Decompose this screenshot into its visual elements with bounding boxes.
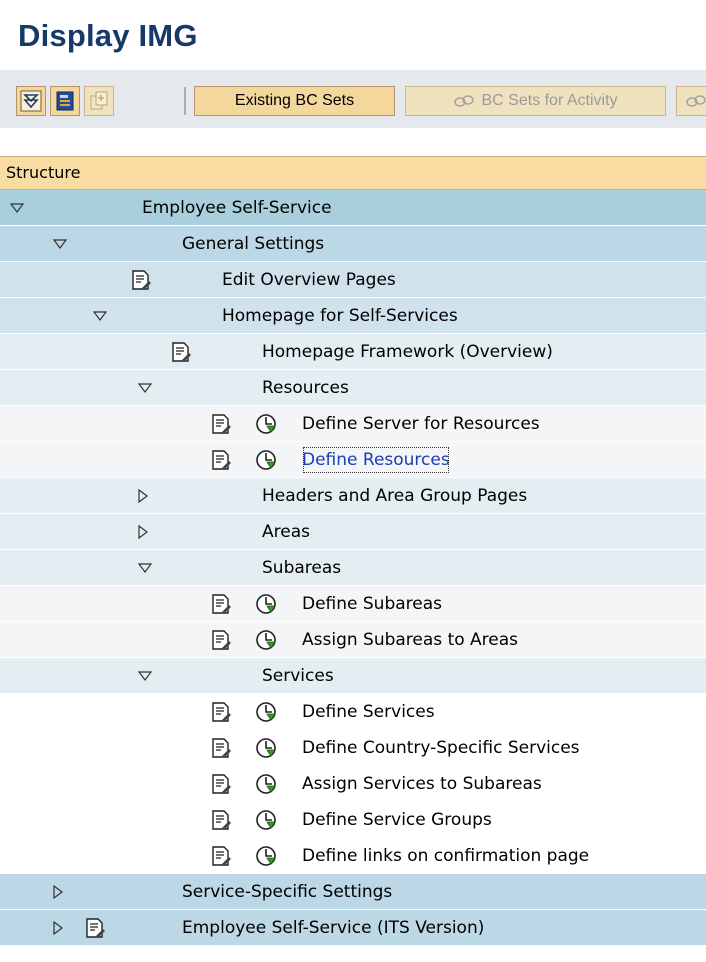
bc-set-icon <box>454 95 475 107</box>
execute-activity-icon[interactable] <box>253 406 279 442</box>
existing-bc-sets-button[interactable]: Existing BC Sets <box>194 86 395 116</box>
documentation-icon[interactable] <box>208 802 234 838</box>
tree-node-label[interactable]: Homepage for Self-Services <box>222 298 458 334</box>
tree-node-label[interactable]: Employee Self-Service <box>142 190 332 226</box>
expand-node-icon[interactable] <box>132 514 154 550</box>
tree-node-label[interactable]: Services <box>262 658 334 694</box>
execute-activity-icon[interactable] <box>253 838 279 874</box>
execute-activity-icon[interactable] <box>253 694 279 730</box>
collapse-node-icon[interactable] <box>134 550 156 586</box>
tree-node-label[interactable]: Define Subareas <box>302 586 442 622</box>
collapse-node-icon[interactable] <box>49 226 71 262</box>
toolbar-separator <box>184 87 186 115</box>
tree-node-headers-and-area-group-pages[interactable]: Headers and Area Group Pages <box>0 478 706 514</box>
tree-node-define-resources[interactable]: Define Resources <box>0 442 706 478</box>
tree-node-label[interactable]: Define Service Groups <box>302 802 492 838</box>
existing-bc-sets-label: Existing BC Sets <box>234 92 355 109</box>
tree-node-define-subareas[interactable]: Define Subareas <box>0 586 706 622</box>
tree-node-define-links-on-confirmation-page[interactable]: Define links on confirmation page <box>0 838 706 874</box>
copy-icon <box>90 91 108 110</box>
tree-node-label[interactable]: Define links on confirmation page <box>302 838 589 874</box>
tree-node-assign-services-to-subareas[interactable]: Assign Services to Subareas <box>0 766 706 802</box>
documentation-icon[interactable] <box>208 694 234 730</box>
bc-sets-for-activity-button[interactable]: BC Sets for Activity <box>405 86 666 116</box>
tree-node-label[interactable]: Service-Specific Settings <box>182 874 392 910</box>
documentation-icon[interactable] <box>208 406 234 442</box>
expand-all-icon <box>20 90 42 112</box>
tree-node-label[interactable]: Homepage Framework (Overview) <box>262 334 553 370</box>
tree-node-define-country-specific-services[interactable]: Define Country-Specific Services <box>0 730 706 766</box>
expand-node-icon[interactable] <box>132 478 154 514</box>
bc-sets-for-activity-label: BC Sets for Activity <box>481 92 618 109</box>
tree-node-define-service-groups[interactable]: Define Service Groups <box>0 802 706 838</box>
tree-node-define-services[interactable]: Define Services <box>0 694 706 730</box>
tree-node-service-specific-settings[interactable]: Service-Specific Settings <box>0 874 706 910</box>
tree-node-employee-self-service-its-version[interactable]: Employee Self-Service (ITS Version) <box>0 910 706 946</box>
tree-node-label[interactable]: Assign Subareas to Areas <box>302 622 518 658</box>
tree-node-areas[interactable]: Areas <box>0 514 706 550</box>
tree-node-label[interactable]: Define Server for Resources <box>302 406 540 442</box>
tree-node-define-server-for-resources[interactable]: Define Server for Resources <box>0 406 706 442</box>
bc-set-icon <box>686 95 706 107</box>
tree-node-label[interactable]: Areas <box>262 514 310 550</box>
bookmark-button[interactable] <box>50 86 80 116</box>
tree-node-label[interactable]: Define Country-Specific Services <box>302 730 580 766</box>
collapse-node-icon[interactable] <box>134 370 156 406</box>
execute-activity-icon[interactable] <box>253 586 279 622</box>
tree-node-homepage-framework[interactable]: Homepage Framework (Overview) <box>0 334 706 370</box>
expand-node-icon[interactable] <box>47 910 69 946</box>
tree-node-label[interactable]: General Settings <box>182 226 324 262</box>
tree-node-services[interactable]: Services <box>0 658 706 694</box>
expand-node-icon[interactable] <box>47 874 69 910</box>
documentation-icon[interactable] <box>168 334 194 370</box>
tree-node-label[interactable]: Edit Overview Pages <box>222 262 396 298</box>
documentation-icon[interactable] <box>208 622 234 658</box>
tree-node-homepage-for-self-services[interactable]: Homepage for Self-Services <box>0 298 706 334</box>
where-used-button[interactable] <box>84 86 114 116</box>
execute-activity-icon[interactable] <box>253 622 279 658</box>
documentation-icon[interactable] <box>208 838 234 874</box>
tree-node-edit-overview-pages[interactable]: Edit Overview Pages <box>0 262 706 298</box>
documentation-icon[interactable] <box>208 442 234 478</box>
tree-node-label[interactable]: Employee Self-Service (ITS Version) <box>182 910 484 946</box>
tree-node-subareas[interactable]: Subareas <box>0 550 706 586</box>
activated-bc-sets-button[interactable] <box>676 86 706 116</box>
tree-node-employee-self-service[interactable]: Employee Self-Service <box>0 190 706 226</box>
collapse-node-icon[interactable] <box>134 658 156 694</box>
book-icon <box>56 91 74 111</box>
collapse-node-icon[interactable] <box>6 190 28 226</box>
tree-node-label-selected[interactable]: Define Resources <box>298 442 454 478</box>
execute-activity-icon[interactable] <box>253 442 279 478</box>
tree-node-label[interactable]: Define Services <box>302 694 435 730</box>
documentation-icon[interactable] <box>128 262 154 298</box>
tree-node-label[interactable]: Headers and Area Group Pages <box>262 478 527 514</box>
documentation-icon[interactable] <box>208 766 234 802</box>
documentation-icon[interactable] <box>208 586 234 622</box>
tree-node-label[interactable]: Assign Services to Subareas <box>302 766 542 802</box>
application-toolbar: Existing BC Sets BC Sets for Activity <box>0 70 706 128</box>
page-title: Display IMG <box>18 18 198 53</box>
tree-node-assign-subareas-to-areas[interactable]: Assign Subareas to Areas <box>0 622 706 658</box>
execute-activity-icon[interactable] <box>253 802 279 838</box>
tree-node-label[interactable]: Subareas <box>262 550 341 586</box>
execute-activity-icon[interactable] <box>253 730 279 766</box>
tree-node-resources[interactable]: Resources <box>0 370 706 406</box>
documentation-icon[interactable] <box>208 730 234 766</box>
execute-activity-icon[interactable] <box>253 766 279 802</box>
img-structure-tree: Structure Employee Self-Service General … <box>0 156 706 946</box>
tree-node-label[interactable]: Resources <box>262 370 349 406</box>
collapse-node-icon[interactable] <box>89 298 111 334</box>
expand-subtree-button[interactable] <box>16 86 46 116</box>
structure-column-header: Structure <box>0 156 706 190</box>
documentation-icon[interactable] <box>82 910 108 946</box>
tree-node-general-settings[interactable]: General Settings <box>0 226 706 262</box>
